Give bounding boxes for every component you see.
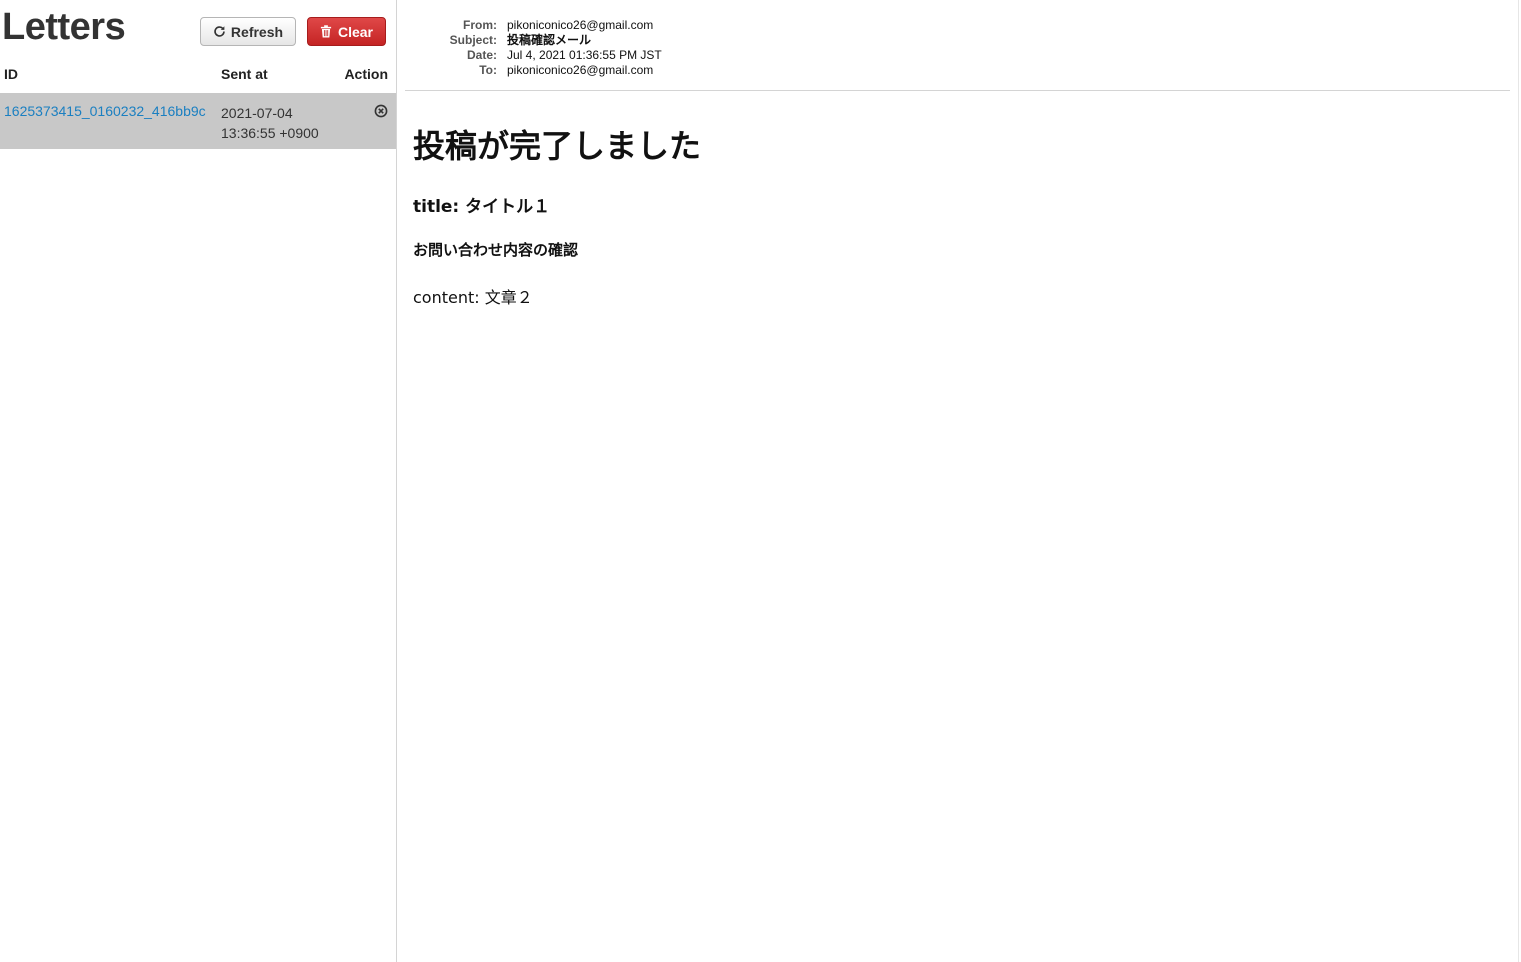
letter-preview: From: pikoniconico26@gmail.com Subject: … bbox=[405, 0, 1510, 962]
header-subject-value: 投稿確認メール bbox=[507, 33, 592, 47]
header-from-label: From: bbox=[463, 18, 497, 32]
mail-body-subheading: お問い合わせ内容の確認 bbox=[413, 241, 579, 259]
clear-button-label: Clear bbox=[337, 23, 374, 40]
header-date-label: Date: bbox=[466, 48, 497, 62]
letter-row-selected[interactable]: 1625373415_0160232_416bb9c 2021-07-04 13… bbox=[0, 93, 396, 149]
letters-table-header: ID Sent at Action bbox=[0, 64, 396, 86]
trash-icon bbox=[320, 25, 333, 38]
delete-letter-button[interactable] bbox=[374, 104, 388, 118]
header-to: To: pikoniconico26@gmail.com bbox=[405, 63, 805, 78]
clear-button[interactable]: Clear bbox=[307, 17, 386, 46]
refresh-button-label: Refresh bbox=[230, 23, 284, 40]
mail-headers: From: pikoniconico26@gmail.com Subject: … bbox=[405, 18, 1510, 91]
mail-body-title-line: title: タイトル１ bbox=[413, 197, 551, 217]
close-circle-icon bbox=[374, 104, 388, 118]
letters-sidebar: Letters Refresh Clear ID Sent at Action … bbox=[0, 0, 397, 962]
scrollbar-edge bbox=[1518, 0, 1519, 962]
header-from-value: pikoniconico26@gmail.com bbox=[507, 18, 654, 32]
letter-id-link[interactable]: 1625373415_0160232_416bb9c bbox=[4, 103, 206, 119]
header-to-value: pikoniconico26@gmail.com bbox=[507, 63, 654, 77]
column-header-sent-at: Sent at bbox=[221, 66, 268, 82]
mailer-preview-app: Letters Refresh Clear ID Sent at Action … bbox=[0, 0, 1521, 962]
letter-sent-date: 2021-07-04 bbox=[221, 105, 293, 121]
mail-body-content-line: content: 文章２ bbox=[413, 288, 533, 307]
header-from: From: pikoniconico26@gmail.com bbox=[405, 18, 805, 33]
column-header-action: Action bbox=[344, 66, 388, 82]
sidebar-header: Letters Refresh Clear bbox=[0, 0, 396, 60]
app-title: Letters bbox=[2, 6, 126, 48]
refresh-icon bbox=[213, 25, 226, 38]
header-date-value: Jul 4, 2021 01:36:55 PM JST bbox=[507, 48, 662, 62]
letter-sent-time: 13:36:55 +0900 bbox=[221, 125, 319, 141]
refresh-button[interactable]: Refresh bbox=[200, 17, 296, 46]
mail-body-heading: 投稿が完了しました bbox=[413, 127, 702, 165]
header-to-label: To: bbox=[479, 63, 497, 77]
header-subject-label: Subject: bbox=[449, 33, 497, 47]
mail-body: 投稿が完了しました title: タイトル１ お問い合わせ内容の確認 conte… bbox=[413, 126, 1503, 307]
letter-sent-at: 2021-07-04 13:36:55 +0900 bbox=[221, 103, 319, 143]
header-subject: Subject: 投稿確認メール bbox=[405, 33, 805, 48]
header-date: Date: Jul 4, 2021 01:36:55 PM JST bbox=[405, 48, 805, 63]
column-header-id: ID bbox=[4, 66, 18, 82]
